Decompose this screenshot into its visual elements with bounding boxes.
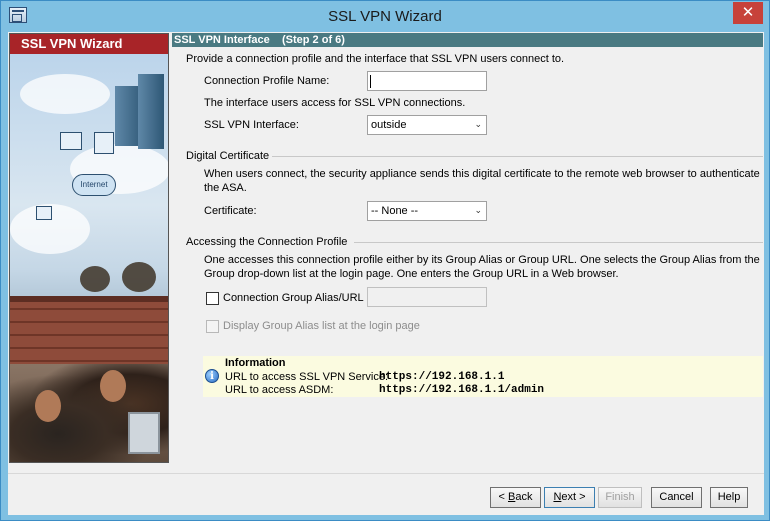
- profile-name-input[interactable]: [367, 71, 487, 91]
- interface-select[interactable]: outside ⌄: [367, 115, 487, 135]
- vpn-url-value: https://192.168.1.1: [379, 371, 505, 383]
- access-group-title: Accessing the Connection Profile: [186, 236, 348, 248]
- step-title: SSL VPN Interface (Step 2 of 6): [172, 33, 763, 47]
- back-button[interactable]: < Back: [490, 487, 541, 508]
- certificate-select[interactable]: -- None -- ⌄: [367, 201, 487, 221]
- help-button[interactable]: Help: [710, 487, 748, 508]
- person-graphic: [35, 390, 61, 422]
- access-description: One accesses this connection profile eit…: [204, 254, 760, 280]
- button-bar-divider: [8, 473, 764, 474]
- group-divider: [272, 156, 763, 157]
- wizard-window: SSL VPN Wizard ✕ Internet SSL VPN Wizard: [0, 0, 770, 521]
- chevron-down-icon: ⌄: [474, 206, 482, 216]
- certificate-description: When users connect, the security applian…: [204, 168, 760, 194]
- finish-button: Finish: [598, 487, 642, 508]
- computer-icon: [36, 206, 52, 220]
- internet-icon: Internet: [72, 174, 116, 196]
- information-title: Information: [225, 357, 286, 369]
- close-button[interactable]: ✕: [733, 2, 763, 24]
- interface-note: The interface users access for SSL VPN c…: [204, 97, 466, 109]
- back-prefix: <: [498, 491, 508, 503]
- next-label-rest: ext >: [561, 491, 586, 503]
- person-graphic: [100, 370, 126, 402]
- tree-graphic: [80, 266, 110, 292]
- group-divider: [354, 242, 763, 243]
- profile-name-label: Connection Profile Name:: [204, 75, 330, 87]
- side-panel-header: SSL VPN Wizard: [10, 34, 168, 54]
- cloud-graphic: [20, 74, 110, 114]
- cancel-button[interactable]: Cancel: [651, 487, 702, 508]
- tree-graphic: [122, 262, 156, 292]
- information-panel: i Information URL to access SSL VPN Serv…: [203, 356, 763, 397]
- title-bar[interactable]: SSL VPN Wizard ✕: [1, 1, 769, 31]
- vpn-url-label: URL to access SSL VPN Service:: [225, 371, 389, 383]
- network-icon: [60, 132, 82, 150]
- asdm-url-value: https://192.168.1.1/admin: [379, 384, 545, 396]
- back-label-rest: ack: [515, 491, 533, 503]
- interface-label: SSL VPN Interface:: [204, 119, 299, 131]
- info-icon: i: [205, 369, 219, 383]
- certificate-label: Certificate:: [204, 205, 257, 217]
- text-caret: [370, 75, 371, 88]
- window-title: SSL VPN Wizard: [328, 8, 442, 25]
- certificate-group-title: Digital Certificate: [186, 150, 270, 162]
- asdm-url-label: URL to access ASDM:: [225, 384, 334, 396]
- group-alias-checkbox[interactable]: [206, 292, 219, 305]
- certificate-selected-value: -- None --: [371, 205, 419, 217]
- monitor-graphic: [128, 412, 160, 454]
- group-alias-label[interactable]: Connection Group Alias/URL: [223, 292, 364, 304]
- wizard-side-image: Internet SSL VPN Wizard: [9, 33, 169, 463]
- chevron-down-icon: ⌄: [474, 120, 482, 130]
- wizard-client-area: Internet SSL VPN Wizard SSL VPN Interfac…: [8, 32, 764, 515]
- wizard-content: SSL VPN Interface (Step 2 of 6) Provide …: [172, 33, 763, 463]
- building-graphic: [138, 74, 164, 149]
- next-button[interactable]: Next >: [544, 487, 595, 508]
- intro-text: Provide a connection profile and the int…: [186, 53, 565, 65]
- display-alias-checkbox: [206, 320, 219, 333]
- server-icon: [94, 132, 114, 154]
- display-alias-label: Display Group Alias list at the login pa…: [223, 320, 420, 332]
- group-alias-input: [367, 287, 487, 307]
- interface-selected-value: outside: [371, 119, 407, 131]
